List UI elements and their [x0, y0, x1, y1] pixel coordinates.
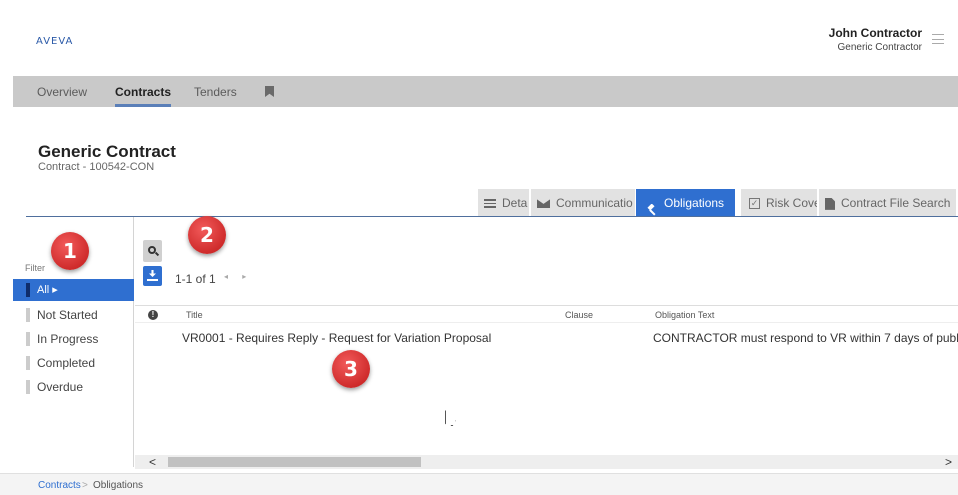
callout-badge-3: 3	[332, 350, 370, 388]
filter-marker	[26, 283, 30, 297]
checkbox-icon: ✓	[749, 198, 760, 210]
filter-item-label: In Progress	[37, 332, 99, 346]
user-info[interactable]: John Contractor Generic Contractor	[829, 26, 922, 53]
search-icon-handle	[154, 251, 160, 257]
user-role: Generic Contractor	[837, 42, 922, 53]
filter-item-overdue[interactable]: Overdue	[13, 376, 134, 398]
breadcrumb-separator-icon: >	[82, 480, 88, 491]
main-nav: Overview Contracts Tenders	[13, 76, 958, 107]
download-icon	[149, 270, 156, 277]
filter-marker	[26, 380, 30, 394]
filter-item-label: Not Started	[37, 308, 98, 322]
filter-item-completed[interactable]: Completed	[13, 352, 134, 374]
filter-marker	[26, 308, 30, 322]
horizontal-scrollbar[interactable]: < >	[135, 455, 958, 469]
file-icon	[825, 197, 835, 210]
tab-label: Risk Cove	[766, 196, 817, 210]
tab-contract-file-search[interactable]: Contract File Search	[819, 189, 956, 217]
filter-label: Filter	[25, 263, 45, 273]
page-subtitle: Contract - 100542-CON	[38, 161, 155, 173]
nav-tab-tenders[interactable]: Tenders	[194, 76, 237, 107]
pager-text: 1-1 of 1	[175, 272, 216, 286]
tab-label: Obligations	[664, 196, 725, 210]
hamburger-menu-icon[interactable]	[932, 34, 944, 44]
user-name: John Contractor	[828, 26, 922, 40]
breadcrumb-contracts[interactable]: Contracts	[38, 480, 81, 491]
filter-marker	[26, 332, 30, 346]
cell-obligation-text: CONTRACTOR must respond to VR within 7 d…	[653, 331, 958, 345]
cell-title[interactable]: VR0001 - Requires Reply - Request for Va…	[182, 331, 491, 345]
gavel-icon	[646, 198, 658, 216]
filter-item-label: Completed	[37, 356, 96, 370]
tab-label: Contract File Search	[841, 196, 951, 210]
scroll-right-arrow[interactable]: >	[945, 455, 952, 469]
filter-item-not-started[interactable]: Not Started	[13, 304, 134, 326]
tab-label: Communicatio	[556, 196, 633, 210]
info-icon: !	[148, 310, 158, 320]
scroll-thumb[interactable]	[168, 457, 421, 467]
table-header: ! Title Clause Obligation Text	[135, 305, 958, 323]
breadcrumb: Contracts > Obligations	[0, 473, 958, 495]
mouse-cursor-icon	[445, 410, 456, 426]
filter-item-label: Overdue	[37, 380, 84, 394]
tab-obligations[interactable]: Obligations	[636, 189, 735, 217]
scroll-left-arrow[interactable]: <	[149, 455, 156, 469]
column-header-obligation-text[interactable]: Obligation Text	[655, 310, 714, 320]
search-button[interactable]	[143, 240, 162, 262]
tab-risk-coverage[interactable]: ✓ Risk Cove	[741, 189, 817, 217]
column-header-clause[interactable]: Clause	[565, 310, 593, 320]
tab-underline	[26, 216, 958, 217]
filter-item-label: All ▸	[37, 284, 58, 296]
nav-tab-contracts[interactable]: Contracts	[115, 76, 172, 107]
tab-communications[interactable]: Communicatio	[531, 189, 635, 217]
app-header: AVEVA John Contractor Generic Contractor	[0, 0, 958, 76]
bookmark-icon[interactable]	[265, 86, 274, 97]
download-button[interactable]	[143, 266, 162, 286]
envelope-icon	[537, 199, 550, 209]
filter-item-all[interactable]: All ▸	[13, 279, 134, 301]
breadcrumb-current: Obligations	[93, 480, 144, 491]
filter-marker	[26, 356, 30, 370]
table-row[interactable]: VR0001 - Requires Reply - Request for Va…	[135, 328, 958, 348]
list-icon	[484, 199, 496, 209]
callout-badge-1: 1	[51, 232, 89, 270]
callout-badge-2: 2	[188, 216, 226, 254]
page-title: Generic Contract	[38, 142, 176, 161]
tab-details[interactable]: Deta	[478, 189, 529, 217]
filter-item-in-progress[interactable]: In Progress	[13, 328, 134, 350]
tab-label: Deta	[502, 196, 528, 210]
column-header-title[interactable]: Title	[186, 310, 203, 320]
nav-tab-overview[interactable]: Overview	[37, 76, 87, 107]
aveva-logo[interactable]: AVEVA	[36, 36, 73, 47]
download-icon-base	[147, 279, 158, 281]
pager-arrows[interactable]: ◂ ▸	[224, 272, 252, 281]
